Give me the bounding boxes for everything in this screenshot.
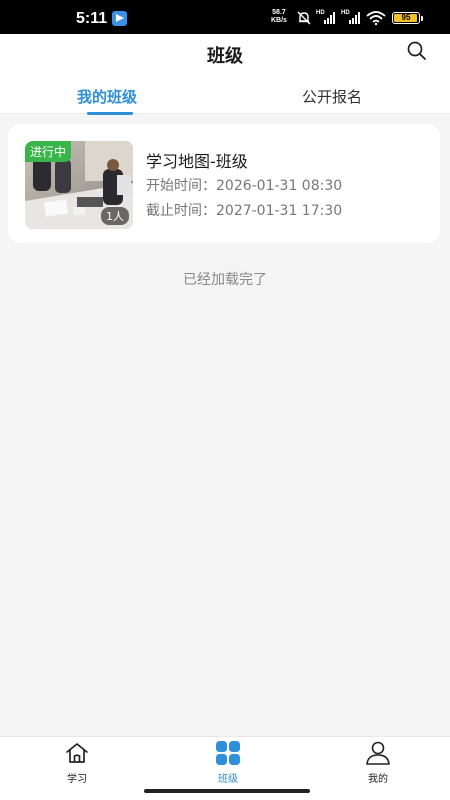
bottom-nav-mine[interactable]: 我的 (348, 741, 408, 785)
grid-icon (216, 741, 240, 765)
class-thumbnail: 进行中 1人 (25, 141, 133, 229)
bottom-nav-class[interactable]: 班级 (198, 741, 258, 785)
class-start-time: 开始时间：2026-01-31 08:30 (146, 178, 343, 194)
home-icon (66, 743, 88, 763)
user-icon (366, 741, 390, 765)
status-time: 5:11 (76, 10, 108, 27)
active-tab-indicator (87, 112, 133, 115)
battery-icon: 95 (392, 12, 423, 24)
bottom-nav-label: 班级 (218, 774, 238, 785)
bottom-nav-study[interactable]: 学习 (47, 741, 107, 785)
network-speed-value: 58.7 (272, 9, 286, 16)
bell-off-icon (297, 11, 311, 25)
tab-bar: 我的班级 公开报名 (0, 74, 450, 115)
tab-my-classes[interactable]: 我的班级 (77, 86, 137, 107)
page-title: 班级 (207, 46, 243, 67)
home-indicator[interactable] (144, 789, 310, 793)
network-speed-unit: KB/s (271, 17, 287, 24)
tab-public-enroll[interactable]: 公开报名 (302, 86, 362, 107)
search-icon (407, 41, 426, 60)
bottom-nav-label: 学习 (67, 774, 87, 785)
search-button[interactable] (404, 38, 430, 64)
class-card[interactable]: 进行中 1人 学习地图-班级 开始时间：2026-01-31 08:30 截止时… (8, 124, 440, 243)
class-end-time: 截止时间：2027-01-31 17:30 (146, 203, 343, 219)
network-speed: 58.7 KB/s (271, 9, 287, 25)
signal-icon: HD (316, 10, 338, 24)
signal-hd-label: HD (341, 10, 350, 16)
wifi-icon (366, 11, 386, 25)
status-badge: 进行中 (25, 141, 72, 162)
app-notification-icon (112, 11, 127, 26)
list-end-message: 已经加载完了 (183, 272, 267, 288)
bottom-nav-label: 我的 (368, 774, 388, 785)
signal-icon: HD (341, 10, 363, 24)
class-title: 学习地图-班级 (146, 152, 248, 171)
status-bar: 5:11 58.7 KB/s HD HD 95 (0, 0, 450, 34)
battery-level: 95 (401, 13, 411, 22)
header: 班级 (0, 34, 450, 74)
member-count-badge: 1人 (101, 207, 129, 225)
signal-hd-label: HD (316, 10, 325, 16)
